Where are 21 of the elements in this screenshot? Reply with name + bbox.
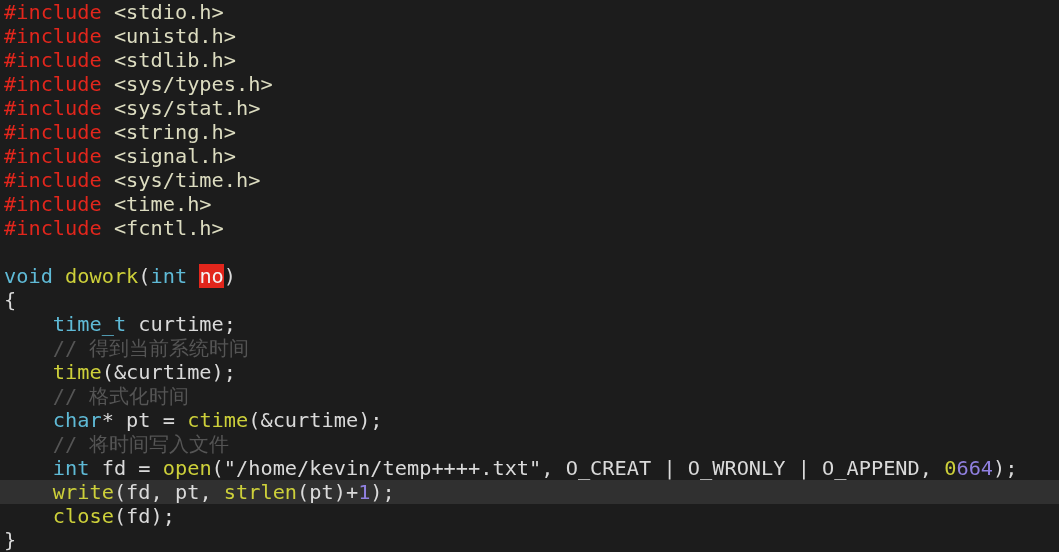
code-line: #include <sys/types.h> xyxy=(3,72,274,96)
code-line: #include <signal.h> xyxy=(3,144,237,168)
code-line: char* pt = ctime(&curtime); xyxy=(51,408,384,432)
code-line: #include <sys/stat.h> xyxy=(3,96,262,120)
code-line: #include <sys/time.h> xyxy=(3,168,262,192)
code-line: void dowork(int no) xyxy=(3,264,238,288)
code-line: int fd = open("/home/kevin/temp++++.txt", O_CREAT | O_WRONLY | O_APPEND, 0664); xyxy=(51,456,1019,480)
code-line: #include <fcntl.h> xyxy=(3,216,225,240)
code-line: { xyxy=(3,288,18,312)
code-line: #include <stdlib.h> xyxy=(3,48,237,72)
code-line: time(&curtime); xyxy=(51,360,237,384)
code-line: // 得到当前系统时间 xyxy=(51,336,251,360)
code-line: // 格式化时间 xyxy=(51,384,191,408)
code-line: close(fd); xyxy=(51,504,176,528)
code-line: #include <stdio.h> xyxy=(3,0,225,24)
code-line: time_t curtime; xyxy=(51,312,237,336)
code-line: #include <string.h> xyxy=(3,120,237,144)
code-line: } xyxy=(3,528,18,552)
code-line: #include <time.h> xyxy=(3,192,213,216)
code-line: // 将时间写入文件 xyxy=(51,432,231,456)
code-line: #include <unistd.h> xyxy=(3,24,237,48)
